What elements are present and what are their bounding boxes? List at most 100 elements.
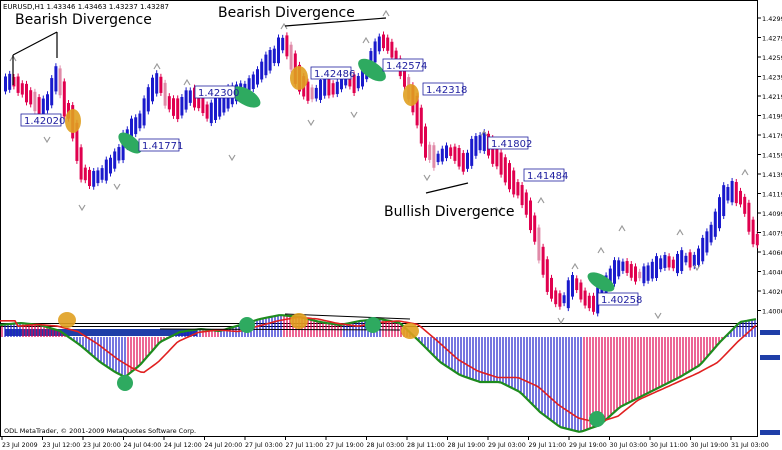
candle-body — [109, 157, 112, 174]
candle-body — [46, 94, 49, 111]
candle-body — [310, 87, 314, 100]
candle-body — [306, 81, 310, 101]
candle-body — [113, 151, 117, 169]
candle-body — [285, 35, 289, 57]
candle-body — [356, 75, 360, 89]
candle-body — [659, 258, 663, 270]
candle-body — [495, 148, 499, 167]
candle-body — [41, 98, 45, 116]
candle-body — [571, 274, 574, 297]
candle-body — [424, 126, 427, 158]
candle-body — [142, 98, 146, 126]
candle-body — [382, 34, 385, 49]
candle-body — [176, 98, 180, 120]
candle-body — [713, 211, 717, 237]
candle-body — [592, 295, 595, 312]
candle-body — [33, 91, 37, 112]
candle-body — [272, 48, 276, 64]
candle-body — [25, 83, 28, 103]
candle-body — [587, 295, 591, 309]
candle-body — [146, 87, 150, 112]
candle-body — [151, 77, 154, 102]
candle-body — [554, 290, 558, 305]
candle-body — [419, 107, 423, 144]
candle-body — [529, 200, 532, 231]
candle-body — [730, 180, 734, 203]
candle-body — [503, 157, 507, 183]
candle-body — [260, 61, 264, 80]
candle-body — [709, 224, 713, 243]
candle-body — [268, 50, 272, 71]
candle-body — [188, 90, 192, 103]
time-tick-label: 24 Jul 04:00 — [124, 442, 162, 449]
candle-body — [180, 97, 184, 116]
candle-body — [264, 54, 268, 76]
candle-body — [323, 77, 327, 96]
candle-body — [184, 90, 188, 110]
candle-body — [625, 261, 629, 273]
candle-body — [482, 132, 486, 151]
candle-body — [583, 290, 587, 306]
candle-body — [373, 41, 377, 63]
time-tick-label: 30 Jul 11:00 — [650, 442, 688, 449]
candle-body — [377, 36, 381, 52]
price-label: 1.42300 — [198, 88, 239, 99]
price-tick-label: 1.41595 — [762, 152, 782, 160]
candle-body — [104, 159, 108, 181]
candle-body — [335, 81, 339, 95]
price-tick-label: 1.42795 — [762, 35, 782, 43]
time-tick-label: 24 Jul 12:00 — [164, 442, 202, 449]
candle-body — [705, 231, 709, 253]
buy-signal-marker — [365, 317, 381, 333]
candle-body — [579, 282, 583, 300]
candle-body — [16, 76, 20, 93]
candle-body — [722, 185, 726, 217]
price-tick-label: 1.40995 — [762, 210, 782, 218]
candle-body — [508, 163, 511, 190]
candle-body — [692, 254, 696, 267]
candle-body — [516, 182, 520, 196]
candle-body — [478, 135, 482, 151]
price-label: 1.42318 — [426, 85, 467, 96]
time-tick-label: 28 Jul 19:00 — [448, 442, 486, 449]
candle-body — [743, 196, 747, 214]
price-tick-label: 1.40795 — [762, 230, 782, 238]
candle-body — [537, 227, 541, 261]
candle-body — [167, 96, 171, 110]
candle-body — [718, 197, 721, 229]
candle-body — [331, 83, 335, 95]
candle-body — [62, 81, 66, 117]
price-tick-label: 1.40600 — [762, 249, 782, 257]
candle-body — [676, 253, 679, 274]
candle-body — [541, 246, 545, 275]
candle-body — [209, 102, 213, 124]
candle-body — [390, 41, 394, 58]
candle-body — [747, 202, 751, 232]
time-tick-label: 27 Jul 03:00 — [245, 442, 283, 449]
price-tick-label: 1.40400 — [762, 269, 782, 277]
candle-body — [327, 78, 331, 96]
candle-body — [613, 260, 616, 284]
time-tick-label: 23 Jul 20:00 — [83, 442, 121, 449]
candle-body — [646, 265, 650, 281]
price-label: 1.42020 — [24, 116, 65, 127]
candle-body — [20, 83, 24, 95]
candle-body — [289, 44, 293, 70]
candle-body — [50, 78, 54, 106]
candle-body — [634, 266, 637, 282]
price-label: 1.41484 — [527, 171, 568, 182]
time-tick-label: 29 Jul 11:00 — [529, 442, 567, 449]
buy-signal-marker — [239, 317, 255, 333]
candle-body — [314, 87, 318, 99]
sell-signal-marker — [290, 66, 308, 90]
price-tick-label: 1.42595 — [762, 54, 782, 62]
candle-body — [617, 260, 621, 277]
candle-body — [117, 147, 121, 161]
price-axis: 1.42995 1.42795 1.42595 1.42395 1.42195 1.419… — [757, 15, 782, 435]
sell-signal-marker — [403, 84, 419, 106]
time-tick-label: 30 Jul 03:00 — [610, 442, 648, 449]
symbol-header: EURUSD,H1 1.43346 1.43463 1.43237 1.4328… — [3, 3, 169, 11]
time-tick-label: 28 Jul 03:00 — [367, 442, 405, 449]
price-tick-label: 1.41195 — [762, 191, 782, 199]
time-tick-label: 30 Jul 19:00 — [691, 442, 729, 449]
